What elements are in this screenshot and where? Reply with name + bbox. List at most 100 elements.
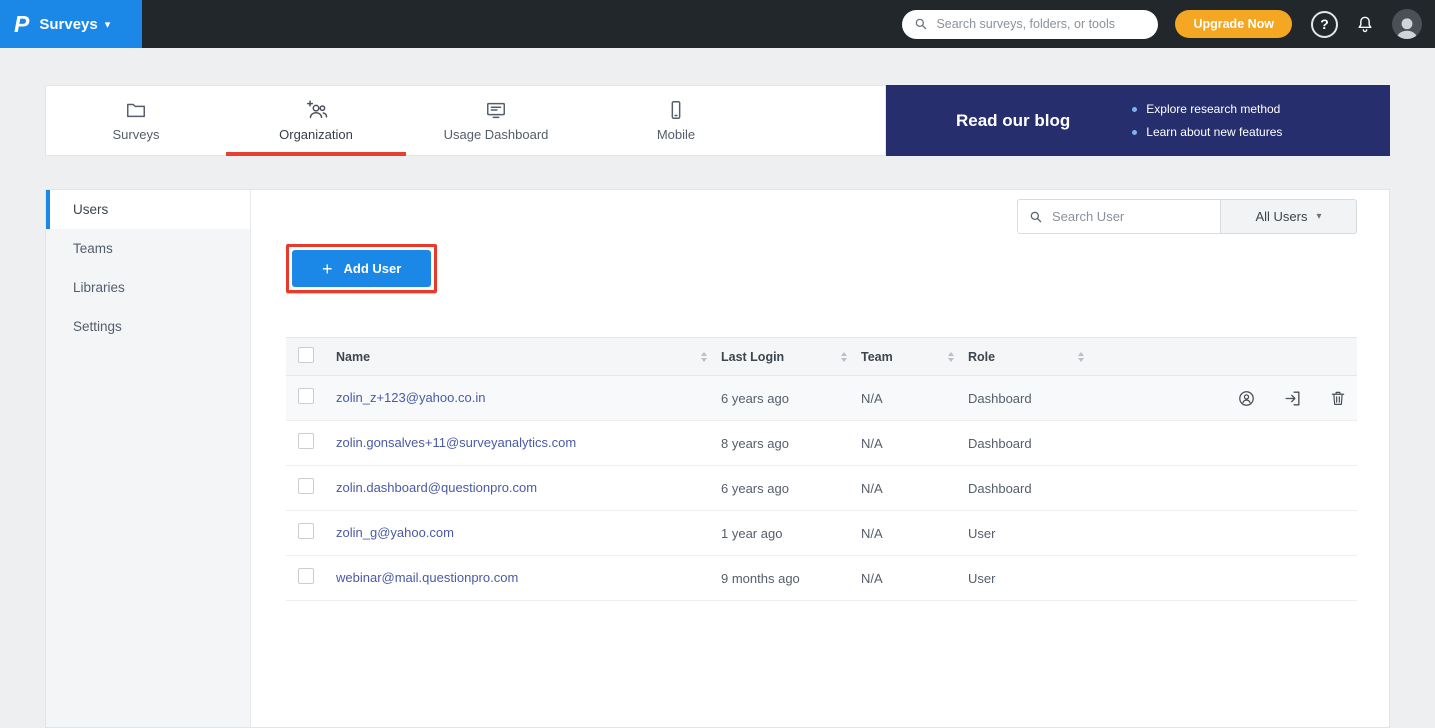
caret-down-icon: ▾: [105, 18, 111, 31]
row-actions: [1098, 389, 1357, 408]
help-button[interactable]: ?: [1311, 11, 1338, 38]
sort-icon[interactable]: [841, 352, 847, 362]
people-add-icon: [304, 99, 328, 121]
tab-surveys[interactable]: Surveys: [46, 86, 226, 155]
global-search-input[interactable]: [936, 17, 1146, 31]
user-name-link[interactable]: zolin.dashboard@questionpro.com: [336, 480, 537, 495]
select-all-checkbox[interactable]: [298, 347, 314, 363]
annotation-highlight-box: + Add User: [286, 244, 437, 293]
sidebar-item-settings[interactable]: Settings: [46, 307, 250, 346]
last-login-cell: 1 year ago: [721, 526, 861, 541]
blog-bullet-text: Learn about new features: [1146, 125, 1282, 139]
column-label: Last Login: [721, 350, 784, 364]
sidebar-item-users[interactable]: Users: [46, 190, 250, 229]
users-content: All Users ▾ + Add User Name Last Login: [251, 190, 1389, 727]
bullet-dot-icon: [1132, 107, 1137, 112]
global-search[interactable]: [902, 10, 1158, 39]
product-name: Surveys: [39, 16, 97, 33]
row-checkbox-cell: [286, 433, 336, 454]
login-as-user-icon[interactable]: [1283, 389, 1302, 408]
blog-promo-panel[interactable]: Read our blog Explore research method Le…: [886, 85, 1390, 156]
last-login-cell: 6 years ago: [721, 481, 861, 496]
row-checkbox-cell: [286, 523, 336, 544]
user-table: Name Last Login Team Role: [286, 337, 1357, 601]
table-row[interactable]: zolin_z+123@yahoo.co.in 6 years ago N/A …: [286, 376, 1357, 421]
table-row[interactable]: zolin.dashboard@questionpro.com 6 years …: [286, 466, 1357, 511]
tab-usage-dashboard[interactable]: Usage Dashboard: [406, 86, 586, 155]
row-checkbox[interactable]: [298, 388, 314, 404]
tab-mobile[interactable]: Mobile: [586, 86, 766, 155]
add-user-button[interactable]: + Add User: [292, 250, 431, 287]
row-checkbox-cell: [286, 478, 336, 499]
column-header-team[interactable]: Team: [861, 350, 968, 364]
switch-account-icon[interactable]: [1237, 389, 1256, 408]
blog-bullet-item: Explore research method: [1132, 102, 1282, 116]
sidebar-item-label: Teams: [73, 241, 113, 256]
table-row[interactable]: zolin_g@yahoo.com 1 year ago N/A User: [286, 511, 1357, 556]
user-table-body: zolin_z+123@yahoo.co.in 6 years ago N/A …: [286, 376, 1357, 601]
row-checkbox[interactable]: [298, 433, 314, 449]
name-cell: webinar@mail.questionpro.com: [336, 569, 721, 587]
table-row[interactable]: zolin.gonsalves+11@surveyanalytics.com 8…: [286, 421, 1357, 466]
tab-label: Usage Dashboard: [444, 127, 549, 142]
role-cell: User: [968, 571, 1098, 586]
column-label: Team: [861, 350, 893, 364]
blog-bullets: Explore research method Learn about new …: [1132, 102, 1282, 139]
tab-organization[interactable]: Organization: [226, 86, 406, 155]
team-cell: N/A: [861, 436, 968, 451]
upgrade-now-button[interactable]: Upgrade Now: [1175, 10, 1292, 38]
sort-icon[interactable]: [701, 352, 707, 362]
column-header-name[interactable]: Name: [336, 350, 721, 364]
notifications-button[interactable]: [1351, 10, 1379, 38]
blog-bullet-item: Learn about new features: [1132, 125, 1282, 139]
sort-icon[interactable]: [948, 352, 954, 362]
add-user-label: Add User: [344, 261, 402, 276]
tab-label: Surveys: [113, 127, 160, 142]
sidebar-item-label: Settings: [73, 319, 122, 334]
topbar: P Surveys ▾ Upgrade Now ?: [0, 0, 1435, 48]
role-cell: User: [968, 526, 1098, 541]
user-name-link[interactable]: zolin_g@yahoo.com: [336, 525, 454, 540]
last-login-cell: 9 months ago: [721, 571, 861, 586]
sidebar-item-label: Libraries: [73, 280, 125, 295]
delete-icon[interactable]: [1329, 389, 1347, 408]
team-cell: N/A: [861, 481, 968, 496]
sidebar-item-libraries[interactable]: Libraries: [46, 268, 250, 307]
column-header-last-login[interactable]: Last Login: [721, 350, 861, 364]
section-tabs: Surveys Organization Usage Dashboard Mob…: [45, 85, 886, 156]
role-cell: Dashboard: [968, 436, 1098, 451]
search-user-field[interactable]: [1017, 199, 1221, 234]
blog-bullet-text: Explore research method: [1146, 102, 1280, 116]
team-cell: N/A: [861, 571, 968, 586]
bullet-dot-icon: [1132, 130, 1137, 135]
last-login-cell: 6 years ago: [721, 391, 861, 406]
tab-label: Organization: [279, 127, 353, 142]
user-name-link[interactable]: webinar@mail.questionpro.com: [336, 570, 518, 585]
monitor-icon: [485, 99, 507, 121]
column-label: Name: [336, 350, 370, 364]
name-cell: zolin.dashboard@questionpro.com: [336, 479, 721, 497]
row-checkbox[interactable]: [298, 478, 314, 494]
user-name-link[interactable]: zolin_z+123@yahoo.co.in: [336, 390, 485, 405]
search-icon: [1029, 210, 1043, 224]
sidebar-item-teams[interactable]: Teams: [46, 229, 250, 268]
user-filter-value: All Users: [1255, 209, 1307, 224]
table-row[interactable]: webinar@mail.questionpro.com 9 months ag…: [286, 556, 1357, 601]
sort-icon[interactable]: [1078, 352, 1084, 362]
row-checkbox[interactable]: [298, 523, 314, 539]
column-header-role[interactable]: Role: [968, 350, 1098, 364]
role-cell: Dashboard: [968, 391, 1098, 406]
user-name-link[interactable]: zolin.gonsalves+11@surveyanalytics.com: [336, 435, 576, 450]
tab-label: Mobile: [657, 127, 695, 142]
product-switcher[interactable]: P Surveys ▾: [0, 0, 142, 48]
name-cell: zolin_z+123@yahoo.co.in: [336, 389, 721, 407]
row-checkbox[interactable]: [298, 568, 314, 584]
row-checkbox-cell: [286, 568, 336, 589]
user-avatar[interactable]: [1392, 9, 1422, 39]
last-login-cell: 8 years ago: [721, 436, 861, 451]
user-filter-dropdown[interactable]: All Users ▾: [1221, 199, 1357, 234]
section-tab-strip: Surveys Organization Usage Dashboard Mob…: [45, 85, 1390, 156]
name-cell: zolin.gonsalves+11@surveyanalytics.com: [336, 434, 721, 452]
search-user-input[interactable]: [1052, 209, 1228, 224]
column-label: Role: [968, 350, 995, 364]
